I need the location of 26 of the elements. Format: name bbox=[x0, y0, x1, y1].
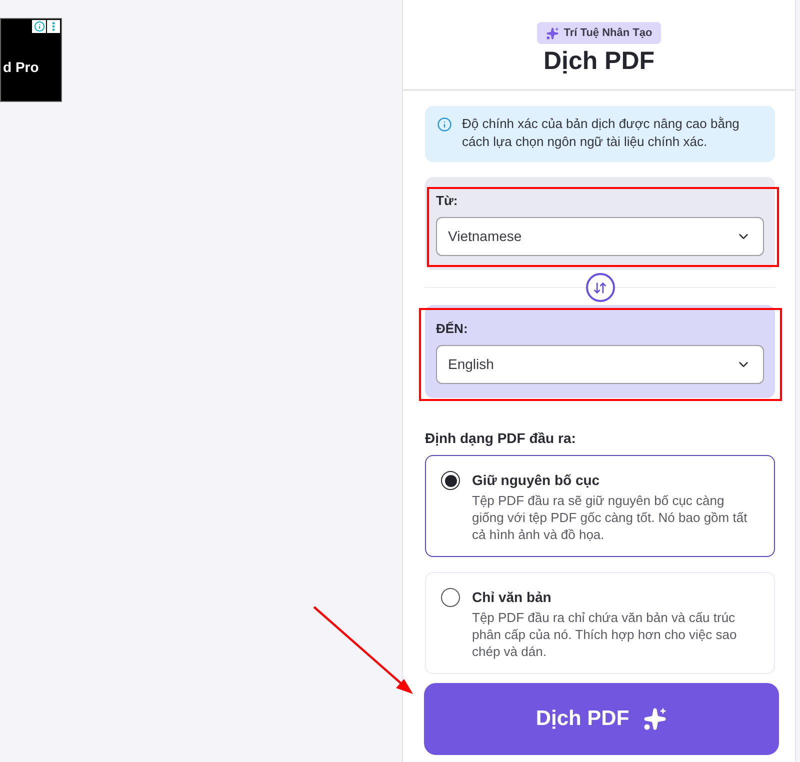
info-text: Độ chính xác của bản dịch được nâng cao bằng cách lựa chọn ngôn ngữ tài liệu chính xác. bbox=[462, 115, 740, 151]
radio-button[interactable] bbox=[441, 471, 460, 490]
swap-arrows-icon bbox=[593, 280, 607, 294]
page-title: Dịch PDF bbox=[543, 46, 655, 76]
language-label: ĐẾN: bbox=[436, 320, 469, 338]
info-icon bbox=[437, 117, 452, 132]
sparkle-icon bbox=[643, 707, 668, 731]
format-option[interactable]: Giữ nguyên bố cục Tệp PDF đầu ra sẽ giữ nguyên bố cục càng giống với tệp PDF gốc càng tốt. Nó bao gồm tất cả hình ảnh và đồ họa. bbox=[425, 455, 775, 557]
option-title: Chỉ văn bản bbox=[472, 588, 552, 606]
language-label: Từ: bbox=[436, 192, 459, 210]
translate-pdf-button[interactable]: Dịch PDF bbox=[424, 683, 779, 755]
sparkle-icon bbox=[546, 26, 559, 40]
ad-banner-text: d Pro bbox=[3, 59, 39, 75]
output-format-label: Định dạng PDF đầu ra: bbox=[425, 429, 577, 447]
radio-button[interactable] bbox=[441, 588, 460, 607]
ad-info-icon[interactable] bbox=[32, 20, 46, 33]
ad-menu-icon[interactable] bbox=[47, 20, 60, 33]
option-description: Tệp PDF đầu ra chỉ chứa văn bản và cấu trúc phân cấp của nó. Thích hợp hơn cho việc sao chép và dán. bbox=[472, 609, 738, 660]
swap-languages-button[interactable] bbox=[586, 273, 614, 302]
option-title: Giữ nguyên bố cục bbox=[472, 471, 601, 489]
language-select[interactable]: Vietnamese bbox=[436, 217, 764, 256]
option-description: Tệp PDF đầu ra sẽ giữ nguyên bố cục càng giống với tệp PDF gốc càng tốt. Nó bao gồm tất cả hình ảnh và đồ họa. bbox=[472, 492, 748, 543]
ad-banner[interactable]: d Pro bbox=[0, 18, 62, 102]
language-select[interactable]: English bbox=[436, 345, 764, 384]
badge-text: Trí Tuệ Nhân Tạo bbox=[564, 26, 652, 40]
format-option[interactable]: Chỉ văn bản Tệp PDF đầu ra chỉ chứa văn bản và cấu trúc phân cấp của nó. Thích hợp hơn cho việc sao chép và dán. bbox=[425, 572, 775, 674]
